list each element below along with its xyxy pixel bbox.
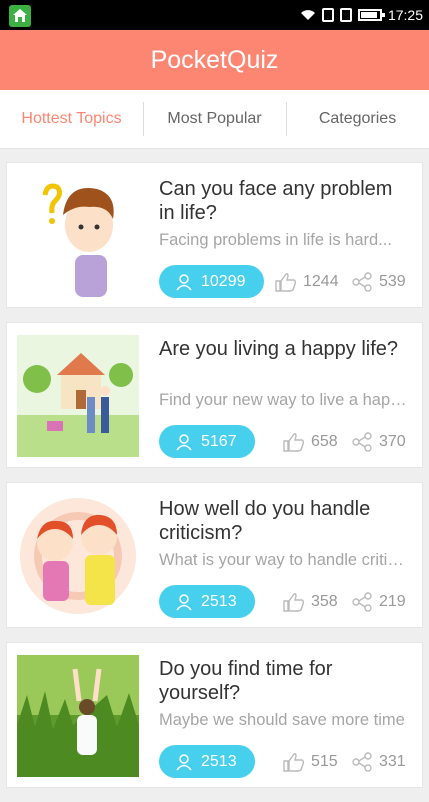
tab-label: Most Popular [167,110,262,127]
quiz-thumbnail [17,655,139,777]
wifi-icon [300,10,315,20]
like-button[interactable]: 658 [283,425,338,458]
quiz-card[interactable]: Can you face any problem in life? Facing… [6,162,423,308]
quiz-description: What is your way to handle criticism [159,551,412,569]
app-title-bar: PocketQuiz [0,30,429,90]
share-icon [352,271,372,292]
share-count: 539 [379,272,406,290]
quiz-title: How well do you handle criticism? [159,498,371,544]
participants-button[interactable]: 5167 [159,425,255,458]
thumbs-up-icon [275,272,297,292]
like-count: 658 [311,432,338,450]
quiz-description: Facing problems in life is hard... [159,231,392,249]
tab-categories[interactable]: Categories [286,90,429,148]
quiz-title: Do you find time for yourself? [159,658,333,704]
share-button[interactable]: 370 [351,425,406,458]
participants-count: 2513 [201,592,237,610]
like-button[interactable]: 1244 [275,265,339,298]
like-count: 358 [311,592,338,610]
sim2-icon [339,8,352,22]
quiz-thumbnail [17,495,139,617]
quiz-thumbnail [17,335,139,457]
quiz-description: Maybe we should save more time [159,711,405,729]
battery-icon [357,9,385,21]
quiz-card[interactable]: How well do you handle criticism? What i… [6,482,423,628]
user-icon [176,433,192,451]
tab-label: Hottest Topics [21,110,122,127]
sim1-icon [321,8,334,22]
share-count: 370 [379,432,406,450]
status-time: 17:25 [387,7,423,23]
app-title: PocketQuiz [150,45,279,74]
quiz-description: Find your new way to live a happy life [159,391,412,409]
share-count: 219 [379,592,406,610]
status-bar: 17:25 [0,0,429,30]
participants-button[interactable]: 2513 [159,585,255,618]
share-icon [352,591,372,612]
quiz-card[interactable]: Do you find time for yourself? Maybe we … [6,642,423,788]
like-count: 1244 [303,272,339,290]
thumbs-up-icon [283,592,305,612]
user-icon [176,273,192,291]
tab-label: Categories [318,110,397,127]
thumbs-up-icon [283,432,305,452]
home-app-icon [9,5,31,27]
quiz-thumbnail [17,175,139,297]
quiz-title: Can you face any problem in life? [159,178,393,224]
share-icon [352,431,372,452]
like-button[interactable]: 358 [283,585,338,618]
tab-hottest-topics[interactable]: Hottest Topics [0,90,143,148]
quiz-list: Can you face any problem in life? Facing… [6,162,423,802]
participants-count: 5167 [201,432,237,450]
share-button[interactable]: 219 [351,585,406,618]
participants-count: 10299 [201,272,246,290]
participants-button[interactable]: 10299 [159,265,264,298]
quiz-title: Are you living a happy life? [159,338,399,360]
user-icon [176,593,192,611]
share-button[interactable]: 539 [351,265,406,298]
tab-most-popular[interactable]: Most Popular [143,90,286,148]
battery-fill [360,12,378,18]
quiz-card[interactable]: Are you living a happy life? Find your n… [6,322,423,468]
tab-bar: Hottest Topics Most Popular Categories [0,90,429,149]
